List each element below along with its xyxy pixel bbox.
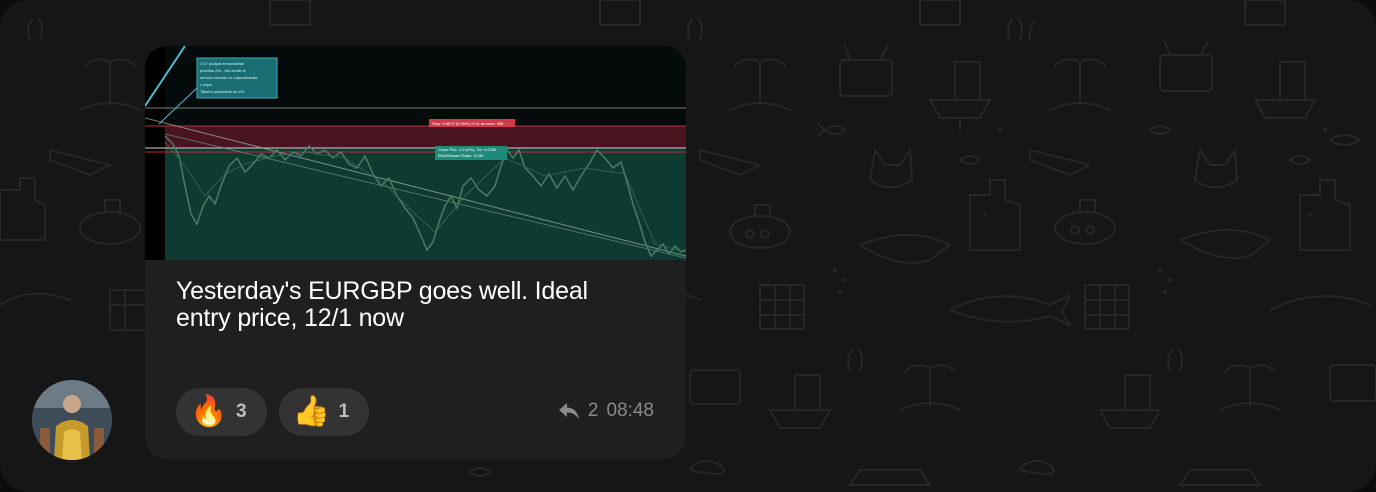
chart-note-line: z dojm: [200, 82, 212, 87]
message-bubble[interactable]: 1:1? podpat zmarnatelan prioritas 6% - k…: [145, 46, 686, 459]
chart-note-line: nemozi zravatu vo zaprocitovata: [200, 75, 258, 80]
stop-loss-zone: [165, 126, 686, 148]
thumbs-up-emoji-icon: 👍: [292, 395, 330, 428]
reaction-count: 3: [236, 401, 247, 422]
reply-arrow-icon[interactable]: [558, 402, 580, 420]
target-label: Risk/Reward Ratio: 12.85: [438, 153, 484, 158]
avatar-photo: [32, 380, 112, 460]
reply-count[interactable]: 2: [588, 400, 599, 422]
message-text: Yesterday's EURGBP goes well. Ideal entr…: [176, 277, 588, 332]
message-time: 08:48: [606, 400, 654, 421]
reactions-bar: 🔥 3 👍 1: [176, 388, 370, 436]
sender-avatar[interactable]: [32, 380, 112, 460]
fire-emoji-icon: 🔥: [190, 395, 228, 428]
reaction-count: 1: [338, 401, 350, 422]
stop-label: Stop: 0.8870 (0.30%) 21.6, Amount: 398: [432, 121, 504, 126]
reaction-thumbs-up[interactable]: 👍 1: [278, 388, 370, 436]
chart-note-line: prioritas 6% - kto zmaki si: [200, 68, 246, 73]
chart-note-line: Taksha podavanik su 6%: [200, 89, 245, 94]
target-label: Close P&L: 2.6 (0%), Tar: 0.0789: [438, 147, 497, 152]
message-meta: 2 08:48: [558, 400, 654, 422]
chart-note-line: 1:1? podpat zmarnatelan: [200, 61, 244, 66]
trading-chart-image[interactable]: 1:1? podpat zmarnatelan prioritas 6% - k…: [145, 46, 686, 260]
reaction-fire[interactable]: 🔥 3: [176, 388, 267, 436]
chat-window: 1:1? podpat zmarnatelan prioritas 6% - k…: [0, 0, 1376, 492]
